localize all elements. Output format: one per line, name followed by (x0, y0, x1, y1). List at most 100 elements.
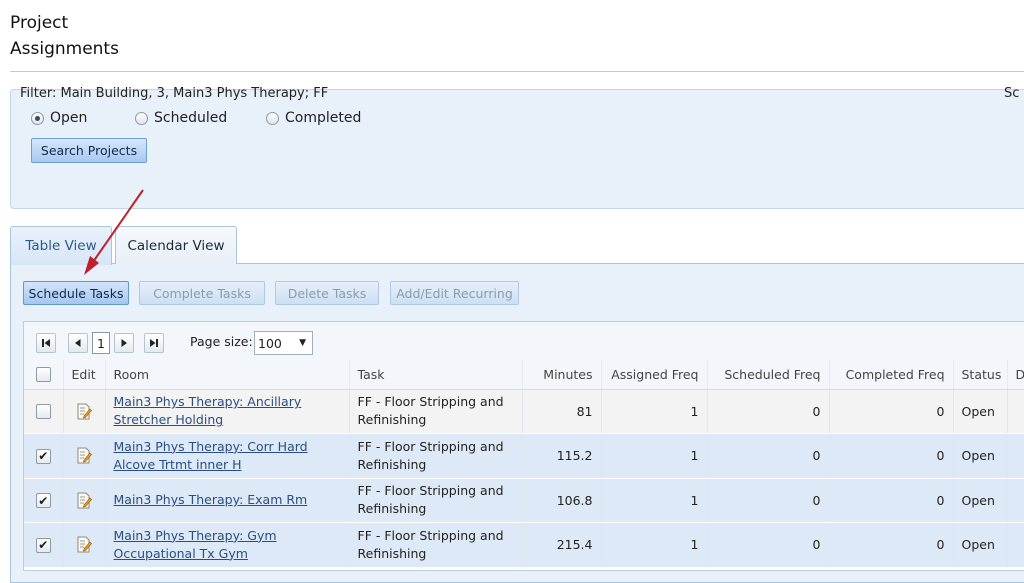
filter-summary: Filter: Main Building, 3, Main3 Phys The… (20, 86, 329, 101)
next-page-button[interactable] (114, 333, 134, 353)
radio-completed-dot[interactable] (266, 111, 279, 125)
row-room-cell: Main3 Phys Therapy: Exam Rm (104, 478, 349, 523)
row-assigned-freq: 1 (600, 389, 707, 434)
row-edit-cell (62, 478, 105, 523)
header-task[interactable]: Task (348, 360, 522, 390)
radio-scheduled[interactable]: Scheduled (135, 108, 266, 128)
page-size-label: Page size: (190, 334, 253, 349)
tab-calendar-view[interactable]: Calendar View (115, 226, 237, 264)
filter-panel: Open Scheduled Completed Search Projects (10, 89, 1024, 209)
prev-page-icon (75, 339, 81, 347)
row-select-cell (24, 478, 63, 523)
row-assigned-freq: 1 (600, 522, 707, 568)
row-status: Open (952, 478, 1007, 523)
header-minutes[interactable]: Minutes (521, 360, 601, 390)
page-size-select[interactable]: 100 ▼ (254, 331, 313, 355)
edit-icon[interactable] (76, 492, 92, 509)
row-scheduled-freq: 0 (706, 478, 829, 523)
tab-table-view[interactable]: Table View (10, 226, 112, 265)
room-link[interactable]: Main3 Phys Therapy: Ancillary Stretcher … (114, 393, 341, 429)
table-row[interactable]: Main3 Phys Therapy: Ancillary Stretcher … (24, 389, 1024, 434)
row-minutes: 115.2 (521, 433, 601, 479)
room-link[interactable]: Main3 Phys Therapy: Corr Hard Alcove Trt… (114, 438, 341, 474)
delete-tasks-button[interactable]: Delete Tasks (275, 281, 379, 305)
row-status: Open (952, 522, 1007, 568)
select-all-checkbox[interactable] (35, 367, 51, 383)
header-edit[interactable]: Edit (62, 360, 105, 390)
radio-open-label: Open (50, 110, 88, 126)
search-projects-button[interactable]: Search Projects (31, 138, 147, 163)
header-status[interactable]: Status (952, 360, 1007, 390)
room-link[interactable]: Main3 Phys Therapy: Gym Occupational Tx … (114, 527, 341, 563)
last-page-button[interactable] (144, 333, 164, 353)
radio-completed[interactable]: Completed (266, 108, 361, 128)
table-row[interactable]: Main3 Phys Therapy: Exam Rm FF - Floor St… (24, 478, 1024, 523)
row-completed-freq: 0 (828, 478, 953, 523)
radio-completed-label: Completed (285, 110, 362, 126)
radio-scheduled-dot[interactable] (135, 111, 148, 125)
row-cut-cell (1006, 478, 1024, 523)
schedule-tasks-button[interactable]: Schedule Tasks (23, 281, 129, 305)
tasks-grid: 1 Page size: 100 ▼ Edit Room Task Minute… (23, 321, 1024, 571)
table-row[interactable]: Main3 Phys Therapy: Corr Hard Alcove Trt… (24, 433, 1024, 479)
header-scheduled-freq[interactable]: Scheduled Freq (706, 360, 829, 390)
row-edit-cell (62, 389, 105, 434)
page-size-value: 100 (258, 335, 282, 351)
prev-page-button[interactable] (68, 333, 88, 353)
row-completed-freq: 0 (828, 433, 953, 479)
row-checkbox[interactable] (35, 493, 51, 509)
first-page-button[interactable] (36, 333, 56, 353)
row-task-cell: FF - Floor Stripping and Refinishing (348, 389, 522, 434)
task-text: FF - Floor Stripping and Refinishing (357, 438, 504, 472)
row-assigned-freq: 1 (600, 433, 707, 479)
row-select-cell (24, 389, 63, 434)
row-minutes: 106.8 (521, 478, 601, 523)
row-scheduled-freq: 0 (706, 433, 829, 479)
task-text: FF - Floor Stripping and Refinishing (357, 483, 504, 517)
row-task-cell: FF - Floor Stripping and Refinishing (348, 478, 522, 523)
row-minutes: 81 (521, 389, 601, 434)
grid-pager: 1 Page size: 100 ▼ (24, 322, 1024, 360)
table-header-row: Edit Room Task Minutes Assigned Freq Sch… (24, 360, 1024, 390)
table-row[interactable]: Main3 Phys Therapy: Gym Occupational Tx … (24, 522, 1024, 568)
room-link[interactable]: Main3 Phys Therapy: Exam Rm (114, 491, 341, 509)
row-task-cell: FF - Floor Stripping and Refinishing (348, 433, 522, 479)
header-cut[interactable]: D (1006, 360, 1024, 390)
row-edit-cell (62, 433, 105, 479)
row-select-cell (24, 433, 63, 479)
radio-open-dot[interactable] (31, 111, 44, 125)
last-page-icon (150, 339, 158, 347)
row-checkbox[interactable] (35, 448, 51, 464)
row-cut-cell (1006, 433, 1024, 479)
row-scheduled-freq: 0 (706, 522, 829, 568)
page-title-line1: Project (10, 13, 69, 33)
task-text: FF - Floor Stripping and Refinishing (357, 394, 504, 428)
edit-icon[interactable] (76, 536, 92, 553)
edit-icon[interactable] (76, 447, 92, 464)
tasks-table: Edit Room Task Minutes Assigned Freq Sch… (24, 360, 1024, 568)
row-status: Open (952, 389, 1007, 434)
header-completed-freq[interactable]: Completed Freq (828, 360, 953, 390)
row-checkbox[interactable] (35, 404, 51, 420)
radio-scheduled-label: Scheduled (154, 110, 228, 126)
row-scheduled-freq: 0 (706, 389, 829, 434)
header-assigned-freq[interactable]: Assigned Freq (600, 360, 707, 390)
page-title-line2: Assignments (10, 39, 119, 59)
complete-tasks-button[interactable]: Complete Tasks (139, 281, 265, 305)
first-page-icon (42, 339, 50, 347)
row-select-cell (24, 522, 63, 568)
add-edit-recurring-button[interactable]: Add/Edit Recurring (390, 281, 519, 305)
row-edit-cell (62, 522, 105, 568)
next-page-icon (121, 339, 127, 347)
row-assigned-freq: 1 (600, 478, 707, 523)
row-cut-cell (1006, 522, 1024, 568)
row-checkbox[interactable] (35, 537, 51, 553)
row-room-cell: Main3 Phys Therapy: Gym Occupational Tx … (104, 522, 349, 568)
row-room-cell: Main3 Phys Therapy: Ancillary Stretcher … (104, 389, 349, 434)
status-radio-group: Open Scheduled Completed (31, 108, 361, 128)
header-room[interactable]: Room (104, 360, 349, 390)
radio-open[interactable]: Open (31, 108, 135, 128)
row-minutes: 215.4 (521, 522, 601, 568)
edit-icon[interactable] (76, 403, 92, 420)
current-page-number[interactable]: 1 (92, 332, 110, 354)
